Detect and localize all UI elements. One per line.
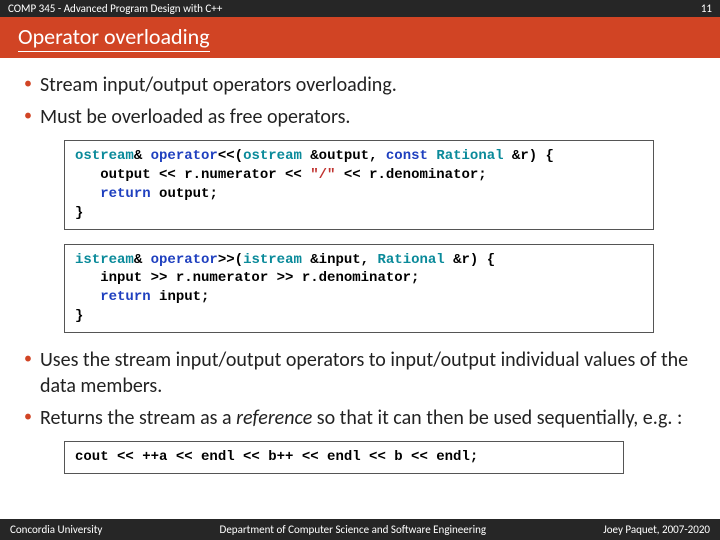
footer-right: Joey Paquet, 2007-2020	[603, 523, 710, 536]
bullet-text: Must be overloaded as free operators.	[40, 104, 351, 130]
bullet-icon: •	[24, 405, 32, 429]
meta-bar: COMP 345 - Advanced Program Design with …	[0, 0, 720, 17]
code-block-ostream: ostream& operator<<(ostream &output, con…	[64, 140, 654, 230]
bullet-text: Stream input/output operators overloadin…	[40, 72, 397, 98]
slide-content: • Stream input/output operators overload…	[0, 58, 720, 474]
bullet-icon: •	[24, 104, 32, 128]
slide-title-bar: Operator overloading	[0, 17, 720, 58]
bullet-item: • Returns the stream as a reference so t…	[24, 405, 696, 431]
code-block-cout: cout << ++a << endl << b++ << endl << b …	[64, 441, 624, 474]
bullet-icon: •	[24, 72, 32, 96]
footer-bar: Concordia University Department of Compu…	[0, 519, 720, 540]
course-code: COMP 345 - Advanced Program Design with …	[8, 2, 222, 15]
bullet-text: Returns the stream as a reference so tha…	[40, 405, 682, 431]
footer-left: Concordia University	[10, 523, 102, 536]
bullet-item: • Uses the stream input/output operators…	[24, 347, 696, 399]
code-block-istream: istream& operator>>(istream &input, Rati…	[64, 244, 654, 334]
footer-center: Department of Computer Science and Softw…	[220, 523, 487, 536]
bullet-icon: •	[24, 347, 32, 371]
bullet-item: • Stream input/output operators overload…	[24, 72, 696, 98]
bullet-text: Uses the stream input/output operators t…	[40, 347, 696, 399]
bullet-item: • Must be overloaded as free operators.	[24, 104, 696, 130]
page-number: 11	[701, 2, 712, 15]
slide-title: Operator overloading	[18, 23, 210, 52]
